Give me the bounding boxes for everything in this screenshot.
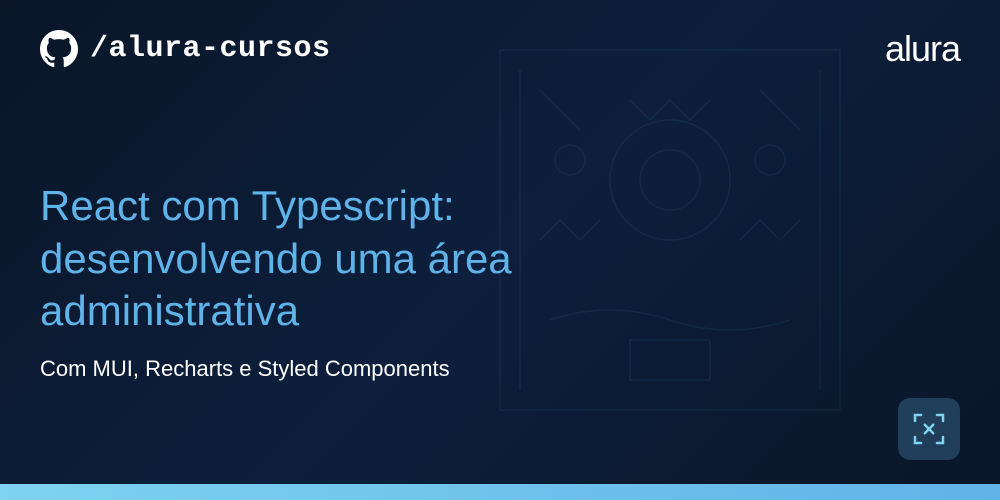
github-section: /alura-cursos (40, 30, 331, 68)
content: React com Typescript: desenvolvendo uma … (0, 70, 680, 382)
repo-name: /alura-cursos (90, 32, 331, 66)
bottom-accent-bar (0, 484, 1000, 500)
page-title: React com Typescript: desenvolvendo uma … (40, 180, 640, 338)
corner-badge-icon (898, 398, 960, 460)
github-icon (40, 30, 78, 68)
page-subtitle: Com MUI, Recharts e Styled Components (40, 356, 640, 382)
brand-logo: alura (885, 28, 960, 70)
header: /alura-cursos alura (0, 0, 1000, 70)
